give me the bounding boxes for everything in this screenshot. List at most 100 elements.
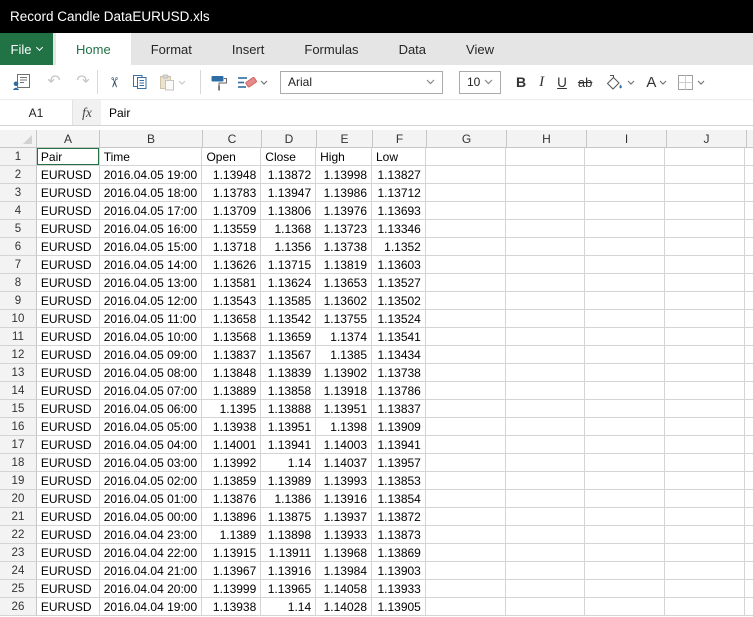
cell-I26[interactable] xyxy=(585,598,665,616)
cell-F7[interactable]: 1.13603 xyxy=(372,256,426,274)
cell-B6[interactable]: 2016.04.05 15:00 xyxy=(100,238,203,256)
cell-G1[interactable] xyxy=(426,148,506,166)
cell-B11[interactable]: 2016.04.05 10:00 xyxy=(100,328,203,346)
cell-B1[interactable]: Time xyxy=(100,148,203,166)
cell-B26[interactable]: 2016.04.04 19:00 xyxy=(100,598,203,616)
row-header-7[interactable]: 7 xyxy=(0,256,37,274)
cell-F10[interactable]: 1.13524 xyxy=(372,310,426,328)
cell-F15[interactable]: 1.13837 xyxy=(372,400,426,418)
cell-H24[interactable] xyxy=(506,562,586,580)
row-header-3[interactable]: 3 xyxy=(0,184,37,202)
cell-F3[interactable]: 1.13712 xyxy=(372,184,426,202)
cell-G13[interactable] xyxy=(426,364,506,382)
cell-B18[interactable]: 2016.04.05 03:00 xyxy=(100,454,203,472)
tab-format[interactable]: Format xyxy=(131,33,212,65)
cell-C17[interactable]: 1.14001 xyxy=(202,436,261,454)
cell-G20[interactable] xyxy=(426,490,506,508)
cell-C13[interactable]: 1.13848 xyxy=(202,364,261,382)
cell-H14[interactable] xyxy=(506,382,586,400)
cell-E5[interactable]: 1.13723 xyxy=(316,220,372,238)
cell-A23[interactable]: EURUSD xyxy=(37,544,100,562)
cell-B12[interactable]: 2016.04.05 09:00 xyxy=(100,346,203,364)
cell-J23[interactable] xyxy=(665,544,745,562)
file-menu-button[interactable]: File xyxy=(0,33,53,65)
cell-G4[interactable] xyxy=(426,202,506,220)
cell-G23[interactable] xyxy=(426,544,506,562)
cell-J1[interactable] xyxy=(665,148,745,166)
tab-home[interactable]: Home xyxy=(56,33,131,65)
redo-button[interactable]: ↷ xyxy=(75,74,91,90)
cell-A9[interactable]: EURUSD xyxy=(37,292,100,310)
cell-C22[interactable]: 1.1389 xyxy=(202,526,261,544)
cell-H26[interactable] xyxy=(506,598,586,616)
row-header-12[interactable]: 12 xyxy=(0,346,37,364)
cell-C14[interactable]: 1.13889 xyxy=(202,382,261,400)
cell-F16[interactable]: 1.13909 xyxy=(372,418,426,436)
cell-E12[interactable]: 1.1385 xyxy=(316,346,372,364)
cell-I16[interactable] xyxy=(585,418,665,436)
cell-G11[interactable] xyxy=(426,328,506,346)
cell-F6[interactable]: 1.1352 xyxy=(372,238,426,256)
cell-J24[interactable] xyxy=(665,562,745,580)
cell-A12[interactable]: EURUSD xyxy=(37,346,100,364)
column-header-D[interactable]: D xyxy=(262,130,317,148)
cell-E19[interactable]: 1.13993 xyxy=(316,472,372,490)
cell-A20[interactable]: EURUSD xyxy=(37,490,100,508)
cell-G7[interactable] xyxy=(426,256,506,274)
cell-E18[interactable]: 1.14037 xyxy=(316,454,372,472)
cell-D14[interactable]: 1.13858 xyxy=(261,382,316,400)
cell-H12[interactable] xyxy=(506,346,586,364)
cell-A17[interactable]: EURUSD xyxy=(37,436,100,454)
cell-J11[interactable] xyxy=(665,328,745,346)
cell-C20[interactable]: 1.13876 xyxy=(202,490,261,508)
cell-I3[interactable] xyxy=(585,184,665,202)
strikethrough-button[interactable]: ab xyxy=(578,75,592,90)
cell-F9[interactable]: 1.13502 xyxy=(372,292,426,310)
cell-H9[interactable] xyxy=(506,292,586,310)
paste-button[interactable] xyxy=(159,74,175,91)
cell-J10[interactable] xyxy=(665,310,745,328)
cell-F2[interactable]: 1.13827 xyxy=(372,166,426,184)
row-header-6[interactable]: 6 xyxy=(0,238,37,256)
cell-H23[interactable] xyxy=(506,544,586,562)
cell-H4[interactable] xyxy=(506,202,586,220)
cell-A21[interactable]: EURUSD xyxy=(37,508,100,526)
cell-I13[interactable] xyxy=(585,364,665,382)
cell-J20[interactable] xyxy=(665,490,745,508)
row-header-8[interactable]: 8 xyxy=(0,274,37,292)
cell-G15[interactable] xyxy=(426,400,506,418)
cell-I5[interactable] xyxy=(585,220,665,238)
row-header-14[interactable]: 14 xyxy=(0,382,37,400)
cell-G16[interactable] xyxy=(426,418,506,436)
cell-J6[interactable] xyxy=(665,238,745,256)
cell-C16[interactable]: 1.13938 xyxy=(202,418,261,436)
cell-D9[interactable]: 1.13585 xyxy=(261,292,316,310)
cell-C6[interactable]: 1.13718 xyxy=(202,238,261,256)
row-header-20[interactable]: 20 xyxy=(0,490,37,508)
cell-C18[interactable]: 1.13992 xyxy=(202,454,261,472)
cell-J14[interactable] xyxy=(665,382,745,400)
cell-G14[interactable] xyxy=(426,382,506,400)
cell-G5[interactable] xyxy=(426,220,506,238)
cell-I4[interactable] xyxy=(585,202,665,220)
cell-A24[interactable]: EURUSD xyxy=(37,562,100,580)
cell-F8[interactable]: 1.13527 xyxy=(372,274,426,292)
cell-C5[interactable]: 1.13559 xyxy=(202,220,261,238)
cell-J2[interactable] xyxy=(665,166,745,184)
save-button[interactable] xyxy=(12,73,32,91)
cell-C12[interactable]: 1.13837 xyxy=(202,346,261,364)
paste-dropdown-button[interactable] xyxy=(177,80,187,85)
cell-A10[interactable]: EURUSD xyxy=(37,310,100,328)
cell-I15[interactable] xyxy=(585,400,665,418)
cell-E11[interactable]: 1.1374 xyxy=(316,328,372,346)
cell-E22[interactable]: 1.13933 xyxy=(316,526,372,544)
cell-D25[interactable]: 1.13965 xyxy=(261,580,316,598)
cell-A16[interactable]: EURUSD xyxy=(37,418,100,436)
font-name-select[interactable]: Arial xyxy=(280,71,443,94)
cell-D5[interactable]: 1.1368 xyxy=(261,220,316,238)
cell-G17[interactable] xyxy=(426,436,506,454)
cell-B25[interactable]: 2016.04.04 20:00 xyxy=(100,580,203,598)
cell-D1[interactable]: Close xyxy=(261,148,316,166)
cell-J13[interactable] xyxy=(665,364,745,382)
cell-I22[interactable] xyxy=(585,526,665,544)
